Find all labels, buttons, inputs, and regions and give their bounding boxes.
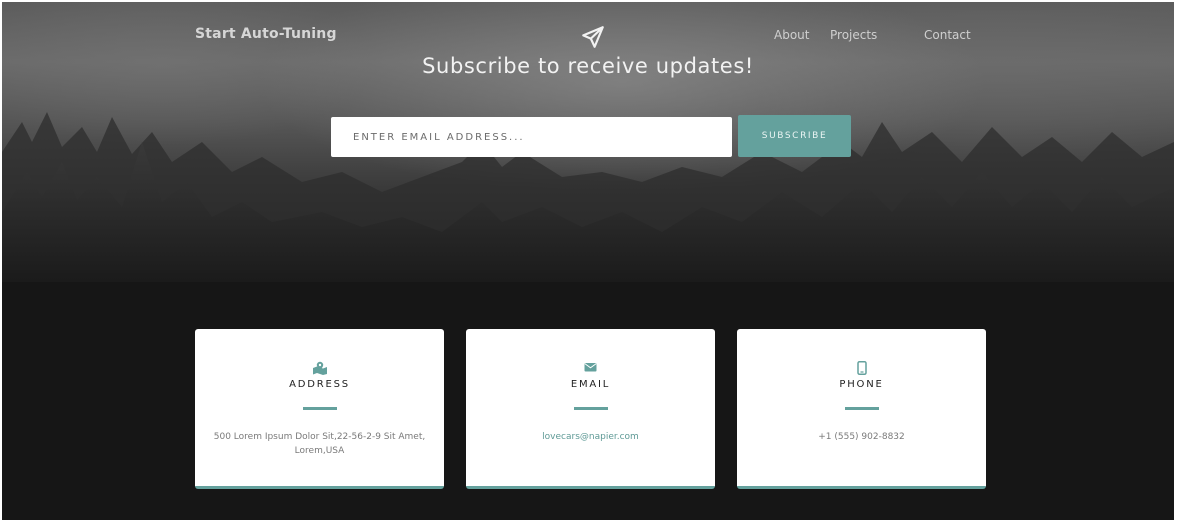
paper-plane-icon[interactable] [580, 24, 606, 50]
card-divider [844, 407, 879, 410]
card-title-address: ADDRESS [289, 379, 350, 390]
card-title-email: EMAIL [570, 379, 611, 390]
brand-name[interactable]: Start Auto-Tuning [195, 26, 337, 42]
phone-text: +1 (555) 902-8832 [818, 432, 905, 442]
card-divider [573, 407, 608, 410]
page-frame: Start Auto-Tuning About Projects Contact… [2, 2, 1174, 520]
subscribe-button[interactable]: SUBSCRIBE [738, 115, 851, 157]
email-link[interactable]: lovecars@napier.com [478, 430, 703, 444]
forest-background-image [2, 112, 1174, 302]
email-input[interactable] [331, 117, 732, 157]
hero-section: Start Auto-Tuning About Projects Contact… [2, 2, 1174, 302]
phone-card: PHONE +1 (555) 902-8832 [737, 329, 986, 489]
address-card: ADDRESS 500 Lorem Ipsum Dolor Sit,22-56-… [195, 329, 444, 489]
mobile-phone-icon [856, 361, 867, 375]
nav-projects[interactable]: Projects [830, 28, 877, 42]
nav-about[interactable]: About [774, 28, 809, 42]
address-text: 500 Lorem Ipsum Dolor Sit,22-56-2-9 Sit … [213, 432, 426, 456]
map-marked-icon [312, 361, 327, 375]
email-card: EMAIL lovecars@napier.com [466, 329, 715, 489]
nav-contact[interactable]: Contact [924, 28, 971, 42]
card-divider [302, 407, 337, 410]
subscribe-headline: Subscribe to receive updates! [422, 54, 754, 78]
card-title-phone: PHONE [839, 379, 884, 390]
envelope-icon [584, 363, 597, 372]
